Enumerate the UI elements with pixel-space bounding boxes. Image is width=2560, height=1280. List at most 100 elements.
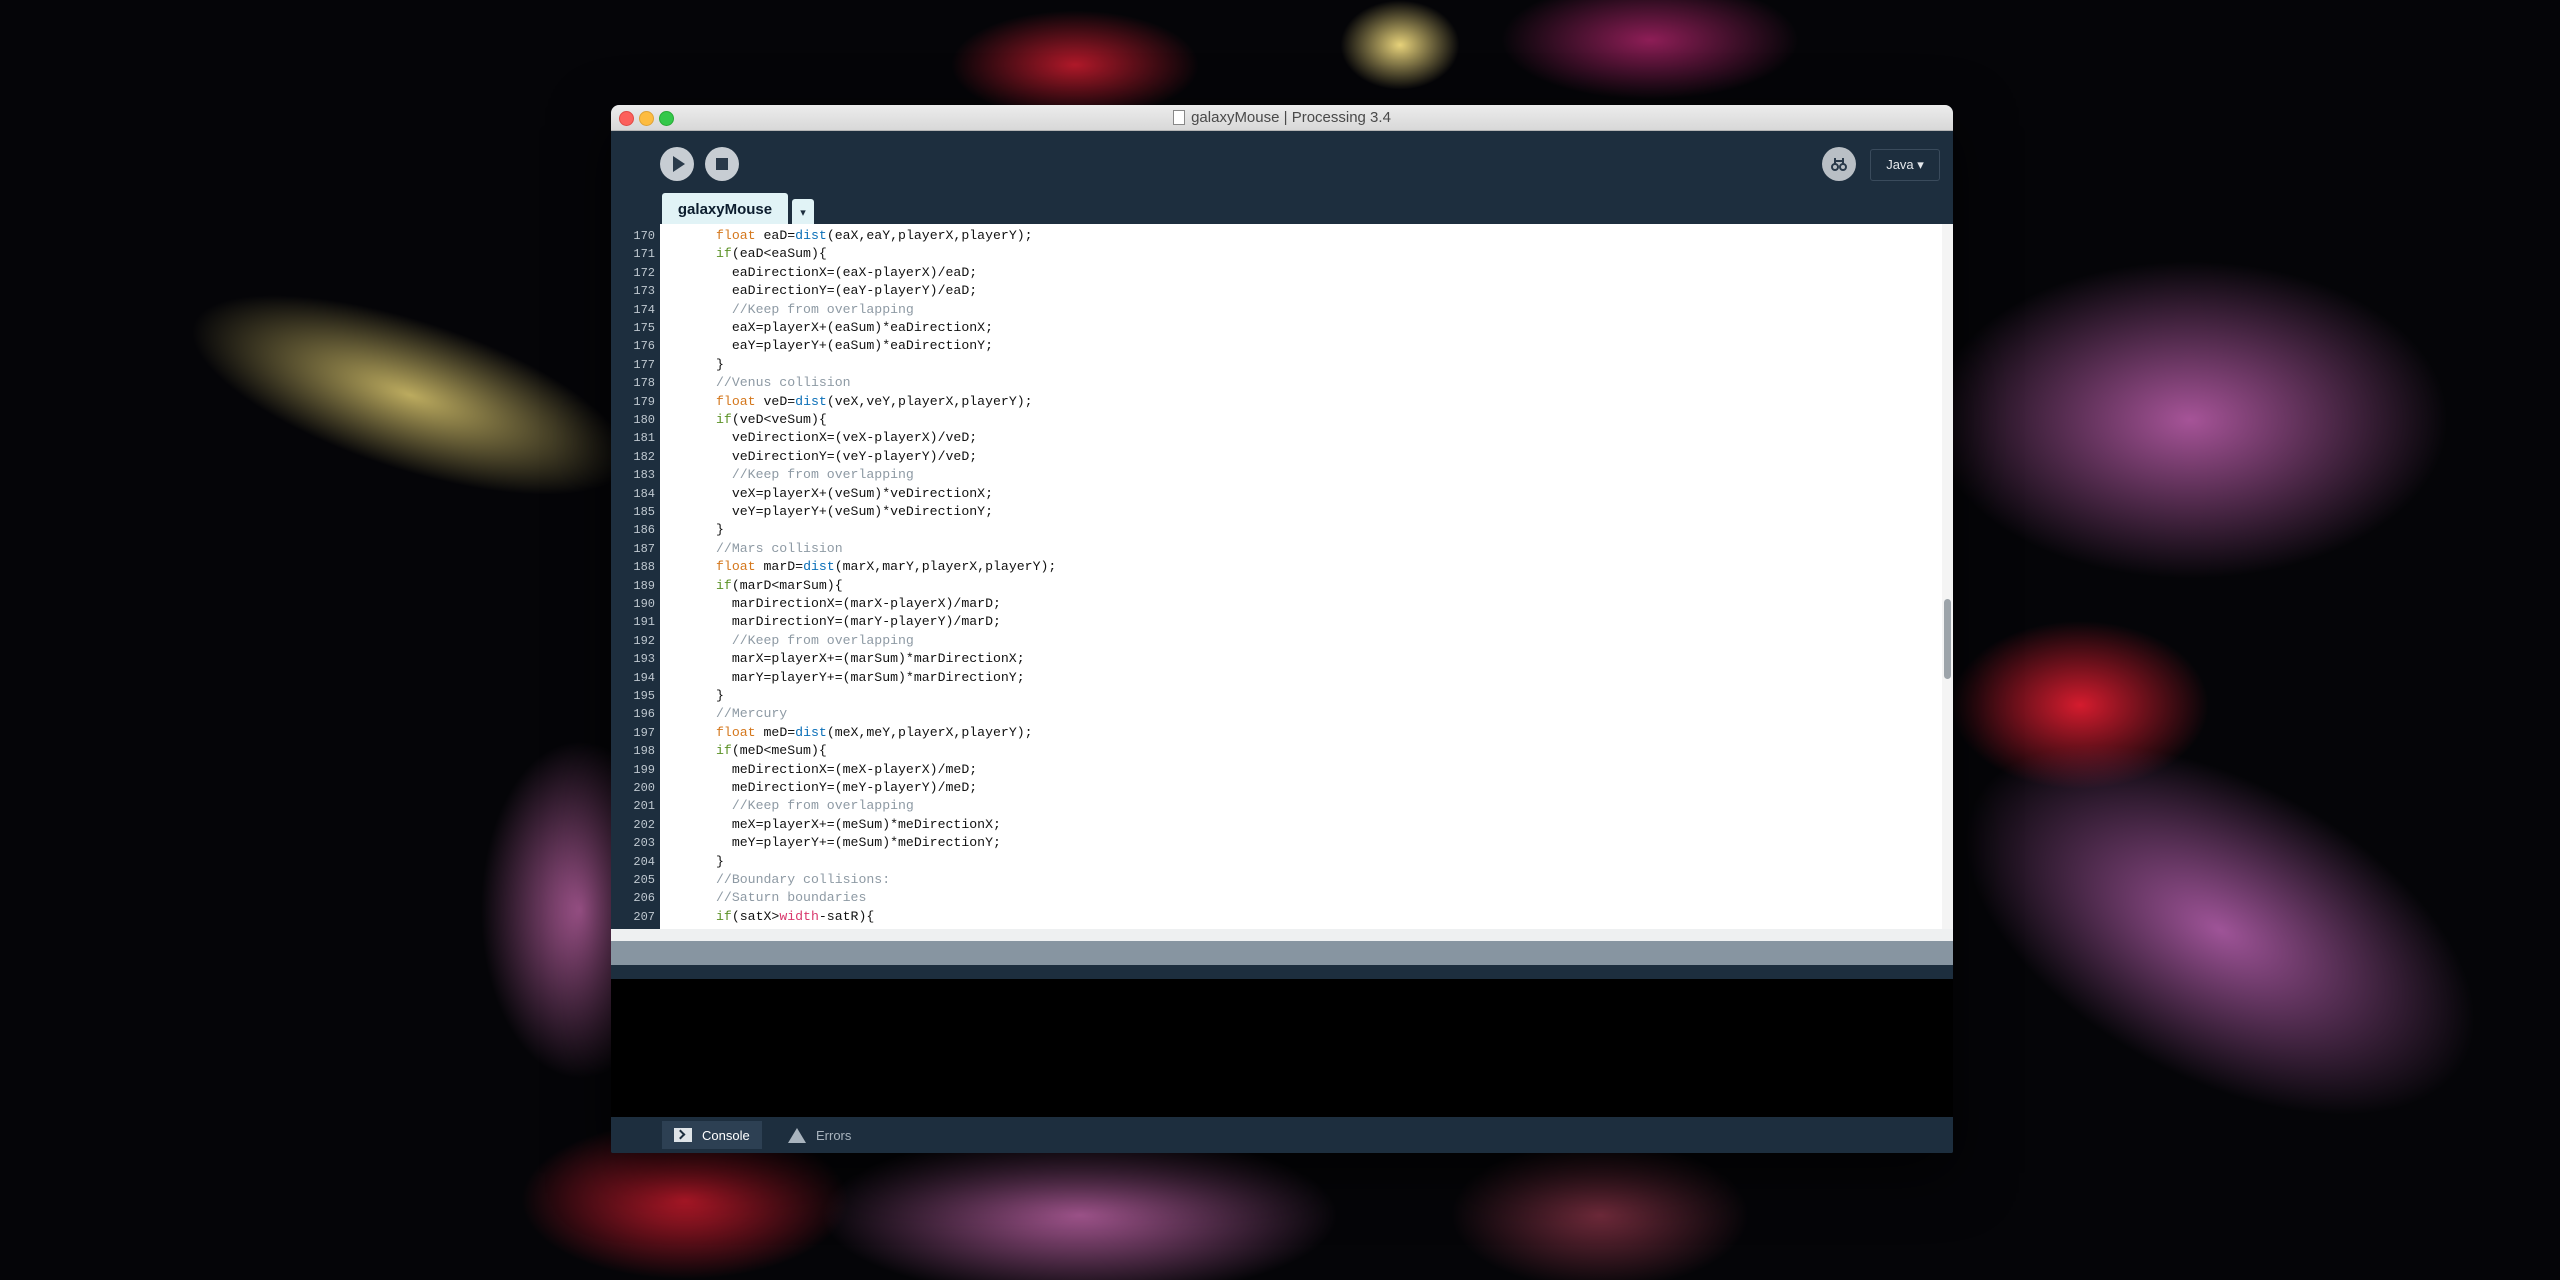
line-number: 184 [633,486,655,501]
line-number: 185 [633,505,655,519]
line-number: 172 [633,265,655,280]
code-text: marX=playerX+=(marSum)*marDirectionX; [716,651,1025,667]
code-line[interactable]: 188 float marD=dist(marX,marY,playerX,pla… [611,558,1942,576]
code-editor[interactable]: 170 float eaD=dist(eaX,eaY,playerX,player… [611,224,1942,929]
code-line[interactable]: 174 //Keep from overlapping [611,301,1942,319]
code-line[interactable]: 192 //Keep from overlapping [611,632,1942,650]
code-text: //Keep from overlapping [731,467,914,483]
code-line[interactable]: 197 float meD=dist(meX,meY,playerX,player… [611,724,1942,742]
code-line[interactable]: 193 marX=playerX+=(marSum)*marDirectionX… [611,650,1942,668]
window-title: galaxyMouse | Processing 3.4 [1191,109,1391,126]
code-text: float veD=dist(veX,veY,playerX,playerY); [716,393,1033,409]
code-line[interactable]: 203 meY=playerY+=(meSum)*meDirectionY; [611,834,1942,852]
code-text: } [716,688,724,703]
code-text: } [716,522,724,538]
code-line[interactable]: 175 eaX=playerX+(eaSum)*eaDirectionX; [611,319,1942,337]
code-text: marDirectionY=(marY-playerY)/marD; [716,614,1001,630]
code-line[interactable]: 194 marY=playerY+=(marSum)*marDirectionY… [611,669,1942,687]
line-number: 206 [633,891,655,906]
code-line[interactable]: 200 meDirectionY=(meY-playerY)/meD; [611,779,1942,797]
horizontal-scrollbar[interactable] [611,929,1953,941]
line-number: 207 [633,909,655,924]
stop-icon [716,158,728,170]
code-line[interactable]: 176 eaY=playerY+(eaSum)*eaDirectionY; [611,337,1942,355]
errors-tab[interactable]: Errors [776,1121,863,1149]
line-number: 170 [633,229,655,243]
code-line[interactable]: 173 eaDirectionY=(eaY-playerY)/eaD; [611,282,1942,300]
code-line[interactable]: 170 float eaD=dist(eaX,eaY,playerX,player… [611,227,1942,245]
code-line[interactable]: 184 veX=playerX+(veSum)*veDirectionX; [611,485,1942,503]
code-line[interactable]: 199 meDirectionX=(meX-playerX)/meD; [611,761,1942,779]
code-text: eaDirectionX=(eaX-playerX)/eaD; [716,264,978,280]
line-number: 176 [633,339,655,354]
toolbar: Java ▾ [611,131,1953,189]
debugger-button[interactable] [1822,147,1856,181]
line-number: 177 [633,357,655,372]
code-line[interactable]: 182 veDirectionY=(veY-playerY)/veD; [611,448,1942,466]
code-line[interactable]: 198 if(meD<meSum){ [611,742,1942,760]
code-line[interactable]: 189 if(marD<marSum){ [611,577,1942,595]
document-icon [1173,110,1186,125]
code-line[interactable]: 205 //Boundary collisions: [611,871,1942,889]
code-line[interactable]: 202 meX=playerX+=(meSum)*meDirectionX; [611,816,1942,834]
code-line[interactable]: 190 marDirectionX=(marX-playerX)/marD; [611,595,1942,613]
code-text: meDirectionY=(meY-playerY)/meD; [716,780,978,795]
code-line[interactable]: 183 //Keep from overlapping [611,466,1942,484]
code-text: veDirectionY=(veY-playerY)/veD; [716,448,978,464]
code-text: meDirectionX=(meX-playerX)/meD; [716,761,978,777]
errors-tab-label: Errors [816,1127,852,1143]
code-text: float marD=dist(marX,marY,playerX,player… [716,559,1057,575]
run-button[interactable] [660,147,694,181]
mode-selector[interactable]: Java ▾ [1870,149,1940,181]
line-number: 187 [633,541,655,556]
code-text: float eaD=dist(eaX,eaY,playerX,playerY); [716,228,1033,243]
code-text: //Boundary collisions: [716,872,891,887]
line-number: 200 [633,781,655,795]
line-number: 188 [633,560,655,575]
code-line[interactable]: 172 eaDirectionX=(eaX-playerX)/eaD; [611,264,1942,282]
code-line[interactable]: 191 marDirectionY=(marY-playerY)/marD; [611,613,1942,631]
line-number: 196 [633,707,655,722]
code-line[interactable]: 196 //Mercury [611,705,1942,723]
code-text: //Saturn boundaries [716,890,867,906]
code-text: marDirectionX=(marX-playerX)/marD; [716,596,1001,611]
code-line[interactable]: 179 float veD=dist(veX,veY,playerX,player… [611,393,1942,411]
line-number: 189 [633,578,655,593]
code-line[interactable]: 195} [611,687,1942,705]
code-line[interactable]: 207 if(satX>width-satR){ [611,908,1942,926]
console-tab[interactable]: Console [662,1121,762,1149]
tab-galaxymouse[interactable]: galaxyMouse [662,193,788,225]
code-line[interactable]: 171 if(eaD<eaSum){ [611,245,1942,263]
line-number: 186 [633,523,655,538]
code-line[interactable]: 177} [611,356,1942,374]
footer-bar: Console Errors [611,1117,1953,1153]
code-line[interactable]: 186} [611,521,1942,539]
code-text: //Mercury [716,706,788,722]
code-line[interactable]: 201 //Keep from overlapping [611,797,1942,815]
line-number: 198 [633,744,655,759]
code-text: marY=playerY+=(marSum)*marDirectionY; [716,669,1025,685]
line-number: 175 [633,321,655,335]
code-text: if(veD<veSum){ [716,412,827,427]
vertical-scrollbar[interactable] [1942,224,1953,929]
stop-button[interactable] [705,147,739,181]
code-line[interactable]: 187 //Mars collision [611,540,1942,558]
code-text: //Keep from overlapping [731,798,914,814]
code-line[interactable]: 185 veY=playerY+(veSum)*veDirectionY; [611,503,1942,521]
code-line[interactable]: 180 if(veD<veSum){ [611,411,1942,429]
line-number: 202 [633,817,655,832]
tab-menu-button[interactable]: ▾ [792,199,814,225]
code-text: //Venus collision [716,375,851,391]
code-line[interactable]: 181 veDirectionX=(veX-playerX)/veD; [611,429,1942,447]
console-output[interactable] [611,979,1953,1119]
code-line[interactable]: 206 //Saturn boundaries [611,889,1942,907]
status-bar [611,941,1953,965]
code-text: } [716,853,724,869]
code-line[interactable]: 178 //Venus collision [611,374,1942,392]
title-bar[interactable]: galaxyMouse | Processing 3.4 [611,105,1953,131]
code-line[interactable]: 204} [611,853,1942,871]
code-text: veX=playerX+(veSum)*veDirectionX; [716,485,993,501]
processing-window: galaxyMouse | Processing 3.4 Java ▾ gala… [611,105,1953,1153]
vertical-scroll-thumb[interactable] [1944,599,1951,679]
debugger-icon [1831,158,1847,171]
